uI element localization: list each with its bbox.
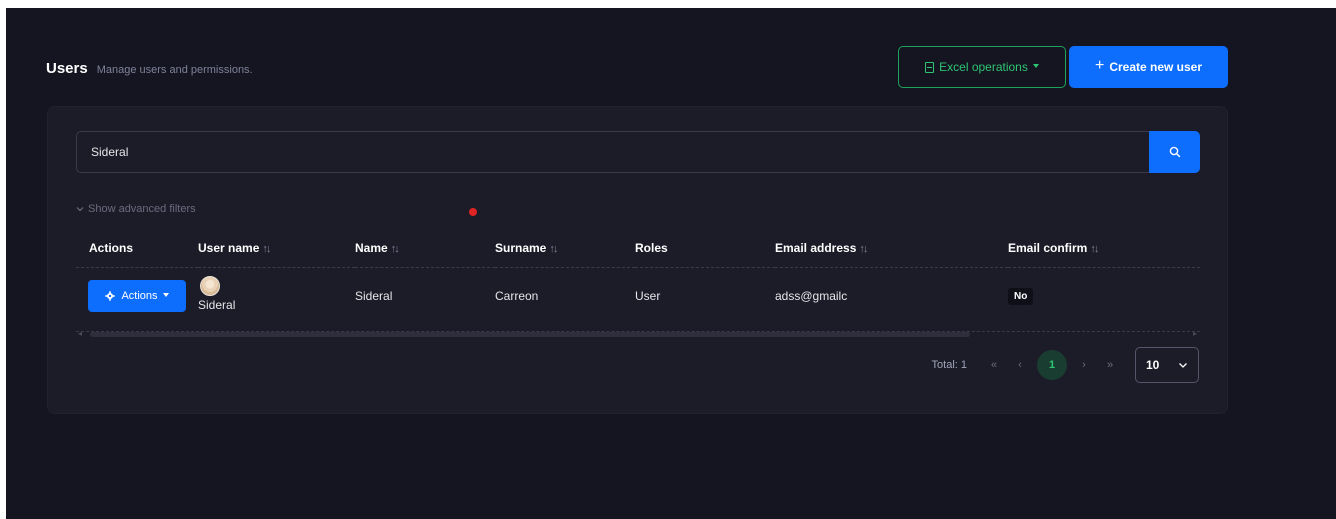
column-header-username[interactable]: User name ↑↓ (198, 229, 355, 268)
cursor-indicator-dot (469, 208, 477, 216)
email-confirm-badge: No (1008, 287, 1034, 305)
cell-actions: Actions (76, 267, 198, 325)
caret-down-icon (1032, 64, 1039, 68)
previous-page-button[interactable]: ‹ (1007, 359, 1033, 371)
page-subtitle: Manage users and permissions. (96, 64, 253, 76)
cell-name: Sideral (355, 289, 393, 304)
avatar (200, 276, 220, 297)
scroll-left-arrow-icon[interactable]: ◂ (78, 329, 82, 338)
caret-down-icon (162, 293, 169, 298)
sort-icon: ↑↓ (549, 242, 558, 255)
sort-icon: ↑↓ (390, 242, 400, 255)
sort-icon: ↑↓ (1090, 242, 1099, 255)
search-button[interactable] (1149, 131, 1200, 173)
cell-username: Sideral (198, 267, 355, 325)
page-header: Users Manage users and permissions. (46, 60, 253, 77)
column-header-roles: Roles (635, 229, 775, 268)
total-count: Total: 1 (931, 359, 967, 371)
search-input[interactable] (76, 131, 1150, 173)
users-card: Show advanced filters Actions User name↑… (47, 106, 1228, 414)
scroll-right-arrow-icon[interactable]: ▸ (1193, 329, 1197, 338)
document-icon (925, 61, 935, 73)
chevron-down-icon (76, 207, 84, 212)
page-size-value: 10 (1146, 358, 1160, 372)
first-page-button[interactable]: « (981, 359, 1007, 371)
page-size-select[interactable]: 10 (1135, 347, 1199, 383)
table-row: Actions Sideral Sideral Carreon User ads… (76, 267, 1200, 325)
users-table: Actions User name ↑↓ Name ↑↓ Surname ↑↓ Rol… (76, 229, 1200, 325)
create-new-user-label: Create new user (1109, 60, 1203, 74)
sort-icon: ↑↓ (262, 242, 271, 255)
column-header-email-confirm[interactable]: Email confirm ↑↓ (1008, 229, 1200, 268)
cell-email-confirm: No (1008, 267, 1200, 325)
gear-icon (105, 291, 116, 301)
row-actions-label: Actions (121, 290, 158, 303)
table-header-row: Actions User name ↑↓ Name ↑↓ Surname ↑↓ Rol… (76, 229, 1200, 268)
page-title: Users (46, 60, 88, 77)
search-icon (1169, 146, 1180, 158)
cell-email: adss@gmailc (775, 289, 848, 304)
cell-surname: Carreon (495, 289, 539, 304)
current-page-button[interactable]: 1 (1037, 350, 1067, 380)
row-actions-button[interactable]: Actions (88, 280, 186, 313)
last-page-button[interactable]: » (1097, 359, 1123, 371)
chevron-down-icon (1179, 362, 1187, 368)
sort-icon: ↑↓ (859, 242, 868, 255)
show-advanced-filters-label: Show advanced filters (88, 203, 196, 215)
column-header-name[interactable]: Name ↑↓ (355, 229, 495, 268)
column-header-surname[interactable]: Surname ↑↓ (495, 229, 635, 268)
create-new-user-button[interactable]: + Create new user (1069, 46, 1228, 88)
pagination: Total: 1 « ‹ 1 › » 10 (932, 347, 1199, 383)
excel-operations-label: Excel operations (939, 60, 1028, 74)
app-window: Users Manage users and permissions. Exce… (6, 8, 1336, 519)
next-page-button[interactable]: › (1071, 359, 1097, 371)
cell-roles: User (635, 289, 661, 304)
horizontal-scrollbar-thumb[interactable] (90, 332, 970, 337)
excel-operations-button[interactable]: Excel operations (898, 46, 1066, 88)
username-text: Sideral (198, 298, 236, 313)
show-advanced-filters-toggle[interactable]: Show advanced filters (76, 203, 196, 215)
column-header-email[interactable]: Email address ↑↓ (775, 229, 1008, 268)
column-header-actions: Actions (76, 229, 198, 268)
plus-icon: + (1094, 57, 1105, 74)
